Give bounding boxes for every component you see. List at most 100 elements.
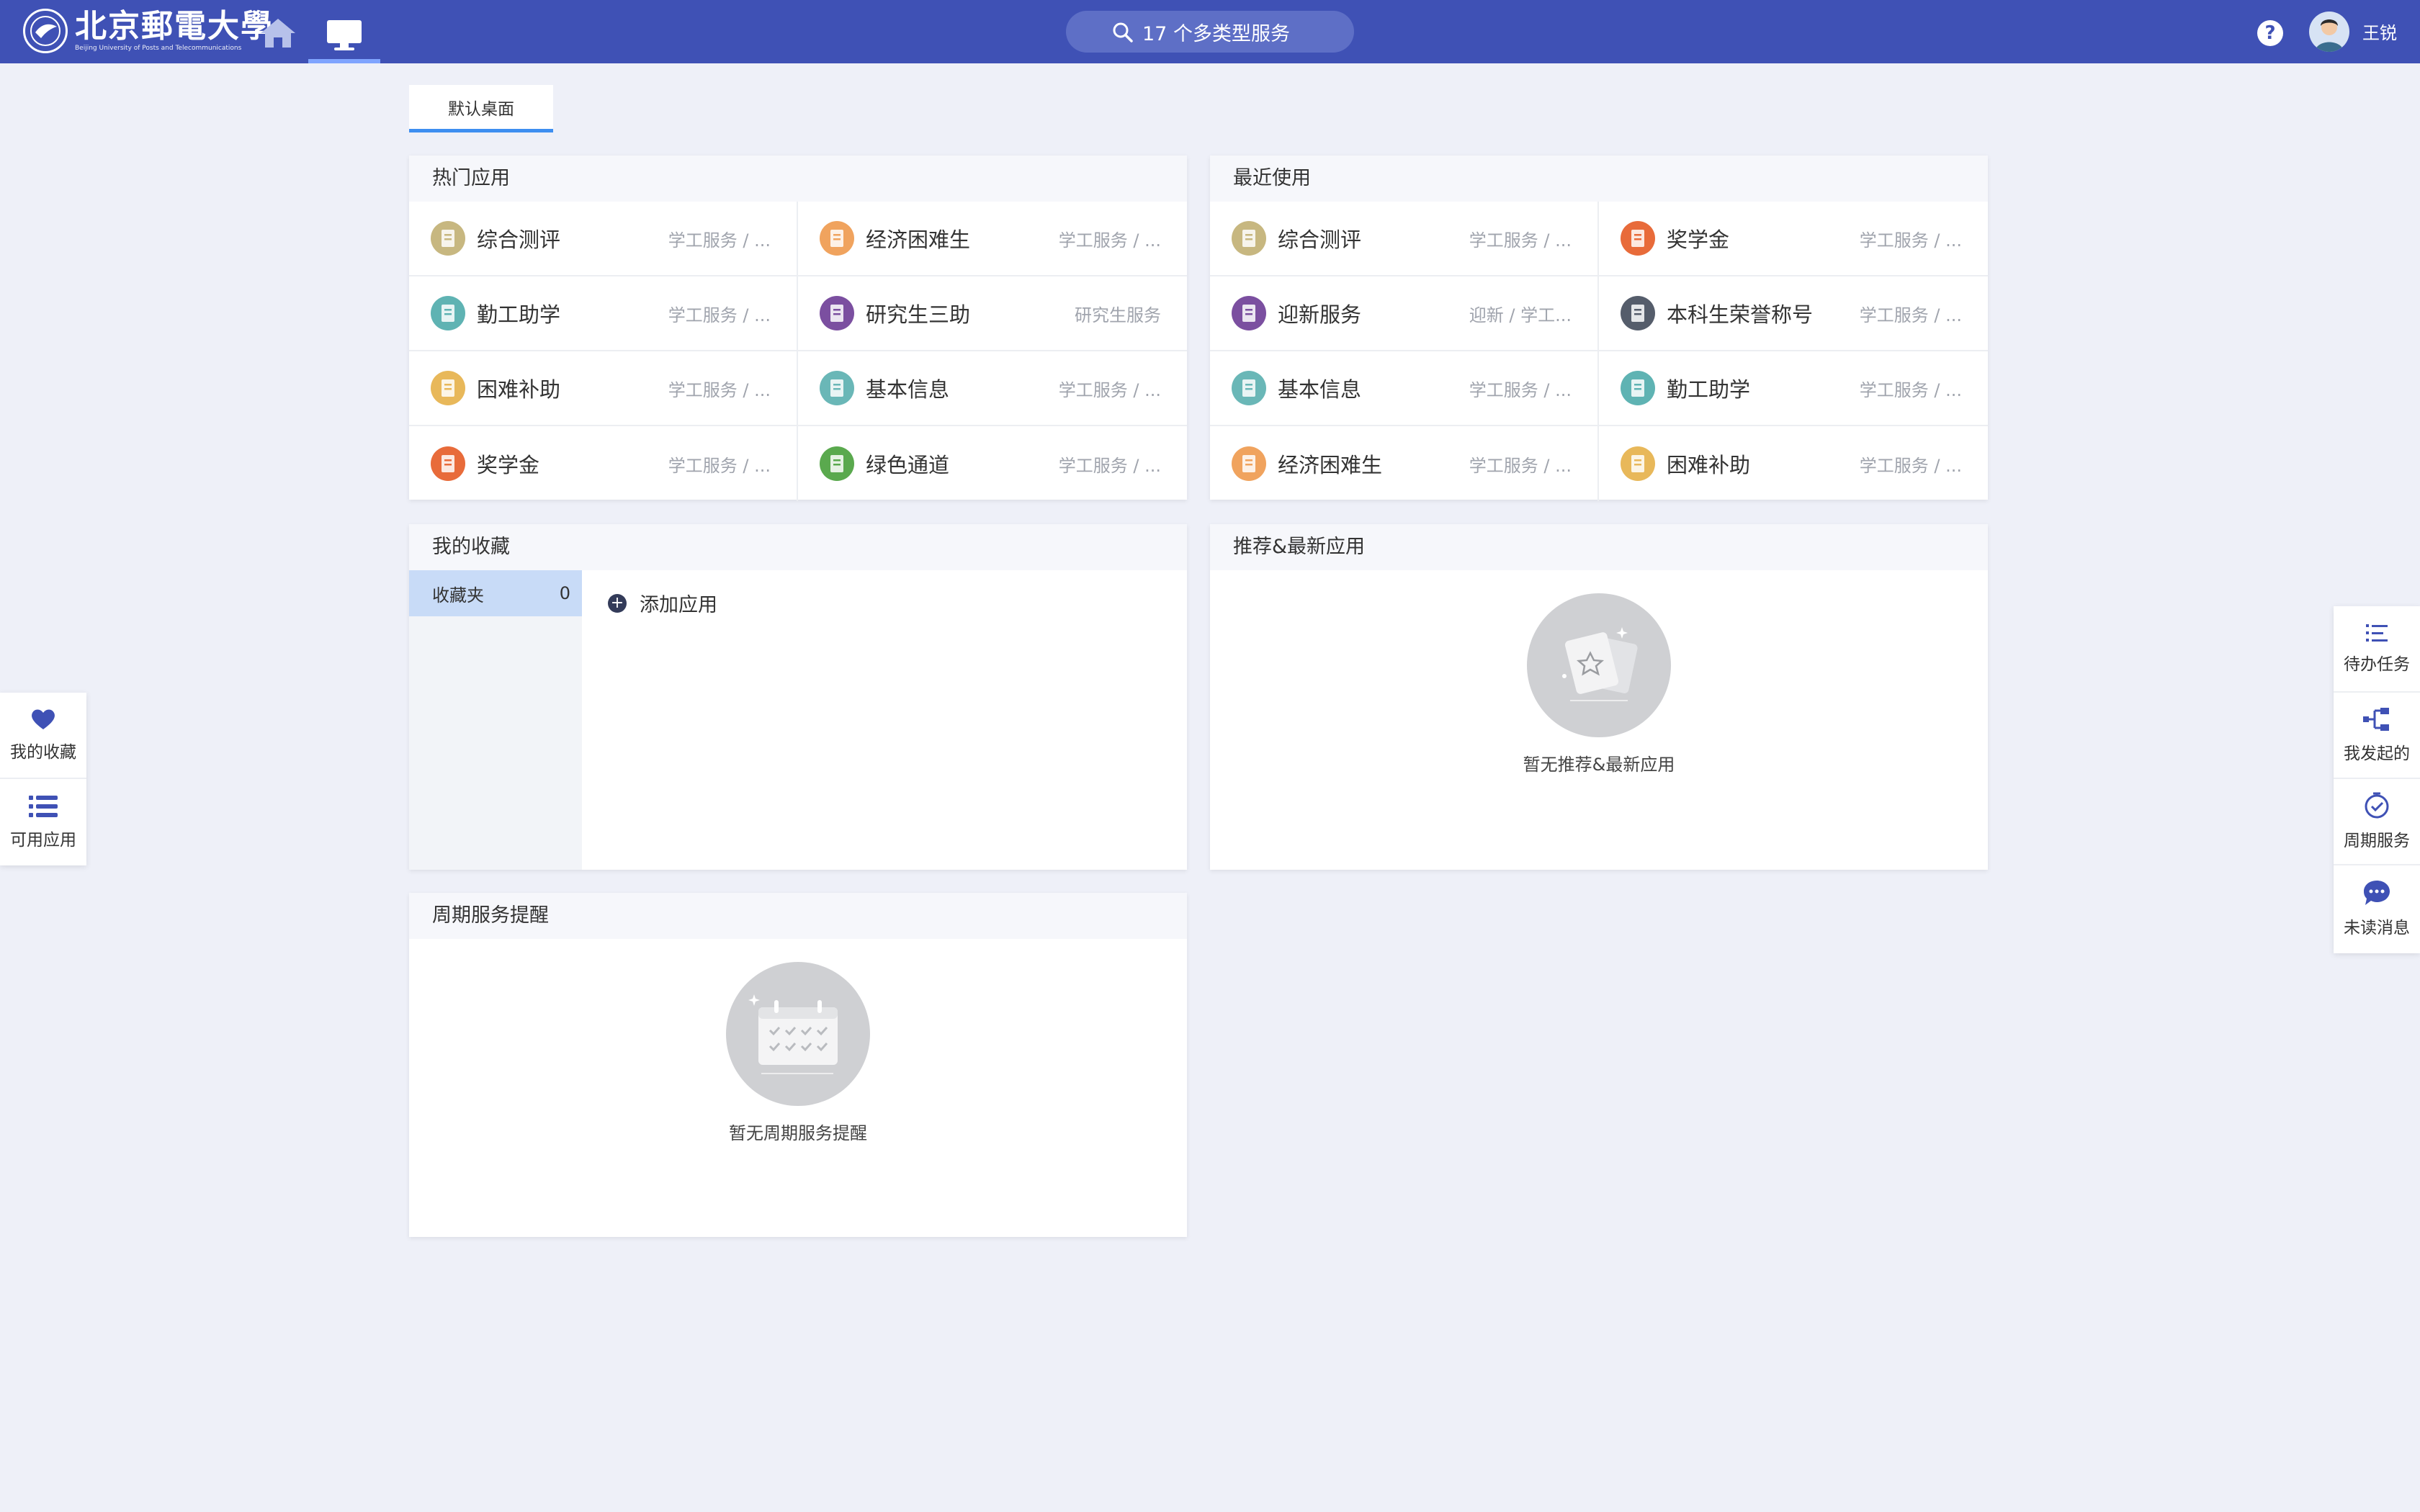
app-name: 绿色通道 (866, 453, 950, 477)
app-name: 基本信息 (1278, 377, 1362, 402)
app-tile[interactable]: 迎新服务 迎新 / 学工... (1210, 276, 1599, 351)
list-icon (29, 796, 58, 817)
chat-icon (2364, 881, 2390, 905)
scholarship-icon (1621, 221, 1655, 256)
app-tile[interactable]: 综合测评 学工服务 / ... (409, 202, 798, 276)
logo-english-name: Beijing University of Posts and Telecomm… (75, 45, 242, 52)
side-periodic-label: 周期服务 (2344, 832, 2410, 850)
periodic-empty-text: 暂无周期服务提醒 (729, 1123, 867, 1143)
service-search-button[interactable]: 17 个多类型服务 (1066, 11, 1354, 53)
app-category: 学工服务 / ... (1058, 230, 1161, 251)
desktop-icon[interactable] (324, 17, 364, 52)
info-icon (820, 371, 854, 405)
favorites-folder-count: 0 (559, 583, 570, 603)
app-name: 奖学金 (1667, 228, 1730, 252)
app-tile[interactable]: 研究生三助 研究生服务 (798, 276, 1187, 351)
side-initiated-button[interactable]: 我发起的 (2334, 693, 2420, 779)
app-category: 学工服务 / ... (1058, 379, 1161, 400)
tab-default-desktop[interactable]: 默认桌面 (409, 85, 553, 132)
recommend-title: 推荐&最新应用 (1210, 524, 1988, 570)
right-floating-toolbar: 待办任务 我发起的 周期服务 未读消息 (2334, 606, 2420, 953)
side-todo-button[interactable]: 待办任务 (2334, 606, 2420, 693)
favorites-folder-label: 收藏夹 (432, 585, 484, 606)
app-category: 学工服务 / ... (1469, 455, 1572, 476)
search-icon (1113, 22, 1133, 42)
app-tile[interactable]: 困难补助 学工服务 / ... (1599, 426, 1988, 501)
welcome-icon (1232, 296, 1266, 330)
home-icon[interactable] (259, 16, 297, 49)
app-category: 学工服务 / ... (1859, 305, 1962, 325)
side-my-favorites-label: 我的收藏 (10, 743, 76, 762)
app-name: 迎新服务 (1278, 302, 1362, 327)
app-tile[interactable]: 困难补助 学工服务 / ... (409, 351, 798, 426)
side-initiated-label: 我发起的 (2344, 744, 2410, 763)
app-name: 综合测评 (477, 228, 561, 252)
recommend-panel: 推荐&最新应用 暂无推荐&最新应用 (1210, 524, 1988, 870)
app-name: 困难补助 (477, 377, 561, 402)
help-icon[interactable]: ? (2257, 20, 2283, 46)
app-tile[interactable]: 奖学金 学工服务 / ... (409, 426, 798, 501)
hot-apps-title: 热门应用 (409, 156, 1187, 202)
app-tile[interactable]: 奖学金 学工服务 / ... (1599, 202, 1988, 276)
search-label: 17 个多类型服务 (1142, 22, 1290, 45)
recommend-empty-text: 暂无推荐&最新应用 (1523, 755, 1675, 775)
side-available-apps-label: 可用应用 (10, 831, 76, 850)
app-category: 学工服务 / ... (668, 305, 771, 325)
app-tile[interactable]: 本科生荣誉称号 学工服务 / ... (1599, 276, 1988, 351)
app-tile[interactable]: 勤工助学 学工服务 / ... (1599, 351, 1988, 426)
avatar[interactable] (2309, 12, 2349, 52)
recommend-empty-state: 暂无推荐&最新应用 (1210, 593, 1988, 775)
heart-icon (32, 709, 55, 729)
periodic-empty-state: 暂无周期服务提醒 (409, 962, 1187, 1144)
active-nav-indicator (308, 59, 380, 63)
username[interactable]: 王锐 (2362, 19, 2397, 44)
app-category: 学工服务 / ... (1859, 230, 1962, 251)
side-my-favorites-button[interactable]: 我的收藏 (0, 693, 86, 779)
app-name: 困难补助 (1667, 453, 1751, 477)
app-category: 学工服务 / ... (668, 455, 771, 476)
side-available-apps-button[interactable]: 可用应用 (0, 779, 86, 865)
side-todo-label: 待办任务 (2344, 655, 2410, 674)
scholarship-icon (431, 446, 465, 481)
empty-calendar-icon (726, 962, 870, 1106)
evaluation-icon (1232, 221, 1266, 256)
app-category: 迎新 / 学工... (1469, 305, 1572, 325)
app-category: 学工服务 / ... (668, 230, 771, 251)
hourglass-icon (431, 296, 465, 330)
recent-apps-title: 最近使用 (1210, 156, 1988, 202)
app-name: 勤工助学 (477, 302, 561, 327)
app-tile[interactable]: 综合测评 学工服务 / ... (1210, 202, 1599, 276)
app-tile[interactable]: 基本信息 学工服务 / ... (798, 351, 1187, 426)
evaluation-icon (431, 221, 465, 256)
green-channel-icon (820, 446, 854, 481)
app-category: 研究生服务 (1075, 305, 1161, 325)
app-tile[interactable]: 基本信息 学工服务 / ... (1210, 351, 1599, 426)
favorites-folder[interactable]: 收藏夹 0 (409, 570, 582, 616)
side-periodic-button[interactable]: 周期服务 (2334, 779, 2420, 865)
hourglass-icon (1621, 371, 1655, 405)
app-tile[interactable]: 经济困难生 学工服务 / ... (798, 202, 1187, 276)
periodic-panel: 周期服务提醒 暂无周期服务提醒 (409, 893, 1187, 1237)
graduate-icon (820, 296, 854, 330)
subsidy-icon (431, 371, 465, 405)
app-category: 学工服务 / ... (668, 379, 771, 400)
side-unread-button[interactable]: 未读消息 (2334, 865, 2420, 952)
info-icon (1232, 371, 1266, 405)
add-app-button[interactable]: + 添加应用 (608, 589, 717, 617)
app-tile[interactable]: 经济困难生 学工服务 / ... (1210, 426, 1599, 501)
logo-chinese-name: 北京郵電大學 (75, 8, 274, 45)
app-tile[interactable]: 勤工助学 学工服务 / ... (409, 276, 798, 351)
app-name: 本科生荣誉称号 (1667, 302, 1814, 327)
subsidy-icon (1621, 446, 1655, 481)
app-category: 学工服务 / ... (1058, 455, 1161, 476)
app-tile[interactable]: 绿色通道 学工服务 / ... (798, 426, 1187, 501)
empty-cards-icon (1527, 593, 1671, 737)
todo-icon (2366, 624, 2388, 642)
plus-icon: + (608, 593, 627, 613)
app-name: 综合测评 (1278, 228, 1362, 252)
app-name: 经济困难生 (866, 228, 971, 252)
university-logo[interactable]: 北京郵電大學 Beijing University of Posts and T… (23, 7, 274, 55)
hot-apps-panel: 热门应用 综合测评 学工服务 / ... 经济困难生 学工服务 / ... 勤工助学 学工… (409, 156, 1187, 501)
hardship-icon (1232, 446, 1266, 481)
app-name: 经济困难生 (1278, 453, 1383, 477)
